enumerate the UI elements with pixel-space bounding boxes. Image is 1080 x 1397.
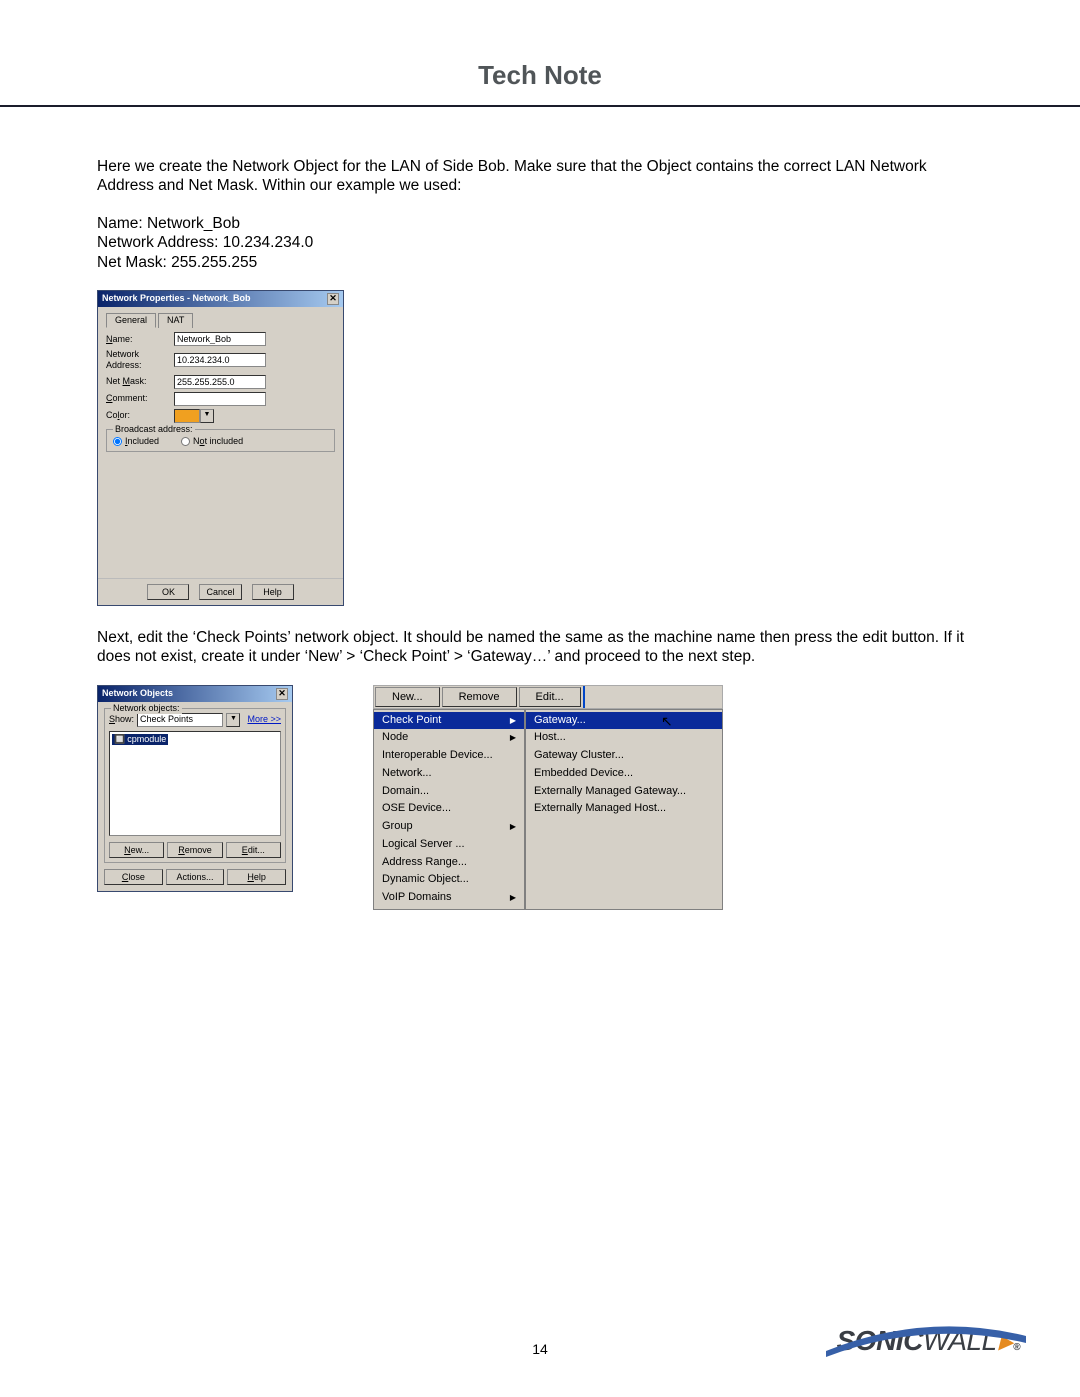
toolbar-divider [583, 686, 585, 708]
dialog1-tabs: General NAT [106, 313, 335, 328]
menu-item[interactable]: OSE Device... [374, 800, 524, 818]
menu-item[interactable]: Gateway Cluster... [526, 747, 722, 765]
menu-item[interactable]: Check Point▶ [374, 712, 524, 730]
menu-column-1: Check Point▶Node▶Interoperable Device...… [373, 709, 525, 910]
network-address-input[interactable] [174, 353, 266, 367]
label-comment: Comment: [106, 393, 174, 404]
menu-item[interactable]: Externally Managed Gateway... [526, 783, 722, 801]
show-select[interactable]: Check Points [137, 713, 223, 727]
menu-item[interactable]: Dynamic Object... [374, 871, 524, 889]
show-label: Show: [109, 714, 134, 725]
new-menu-area: New... Remove Edit... Check Point▶Node▶I… [373, 685, 723, 910]
menu-toolbar: New... Remove Edit... [373, 685, 723, 709]
address-line: Network Address: 10.234.234.0 [97, 233, 985, 252]
page-footer: 14 SONICWALL ▸ ® [0, 1341, 1080, 1357]
intro-paragraph: Here we create the Network Object for th… [97, 157, 985, 196]
new-button[interactable]: New... [109, 842, 164, 858]
dialog2-titlebar: Network Objects ✕ [98, 686, 292, 702]
menu-column-2: Gateway...Host...Gateway Cluster...Embed… [525, 709, 723, 910]
edit-button[interactable]: Edit... [226, 842, 281, 858]
menu-item[interactable]: Network... [374, 765, 524, 783]
label-color: Color: [106, 410, 174, 421]
tab-nat[interactable]: NAT [158, 313, 193, 328]
toolbar-new[interactable]: New... [375, 687, 440, 707]
menu-item[interactable]: VoIP Domains▶ [374, 889, 524, 907]
close-button[interactable]: Close [104, 869, 163, 885]
name-line: Name: Network_Bob [97, 214, 985, 233]
color-swatch[interactable] [174, 409, 200, 423]
page-body: Here we create the Network Object for th… [0, 107, 1080, 910]
close-icon[interactable]: ✕ [327, 293, 339, 305]
second-paragraph: Next, edit the ‘Check Points’ network ob… [97, 628, 985, 667]
network-properties-dialog: Network Properties - Network_Bob ✕ Gener… [97, 290, 344, 606]
radio-included[interactable]: Included [113, 436, 159, 447]
mask-line: Net Mask: 255.255.255 [97, 253, 985, 272]
list-item-cpmodule[interactable]: 🔲 cpmodule [112, 734, 168, 745]
menu-item[interactable]: Externally Managed Host... [526, 800, 722, 818]
toolbar-remove[interactable]: Remove [442, 687, 517, 707]
tab-general[interactable]: General [106, 313, 156, 328]
submenu-arrow-icon: ▶ [510, 733, 516, 743]
firewall-icon: 🔲 [114, 734, 125, 745]
menu-item[interactable]: Host... [526, 729, 722, 747]
menu-item[interactable]: Logical Server ... [374, 836, 524, 854]
broadcast-label: Broadcast address: [113, 424, 195, 435]
comment-input[interactable] [174, 392, 266, 406]
example-block: Name: Network_Bob Network Address: 10.23… [97, 214, 985, 272]
menu-item[interactable]: Interoperable Device... [374, 747, 524, 765]
logo-swoosh-icon [826, 1321, 1026, 1361]
actions-button[interactable]: Actions... [166, 869, 225, 885]
name-input[interactable] [174, 332, 266, 346]
menu-item[interactable]: Gateway... [526, 712, 722, 730]
dialog1-titlebar: Network Properties - Network_Bob ✕ [98, 291, 343, 307]
page-header: Tech Note [0, 0, 1080, 91]
cancel-button[interactable]: Cancel [199, 584, 241, 600]
close-icon[interactable]: ✕ [276, 688, 288, 700]
label-network-address: Network Address: [106, 349, 174, 372]
toolbar-edit[interactable]: Edit... [519, 687, 581, 707]
broadcast-group: Broadcast address: Included Not included [106, 429, 335, 452]
menu-item[interactable]: Domain... [374, 783, 524, 801]
menu-item[interactable]: Group▶ [374, 818, 524, 836]
radio-not-included[interactable]: Not included [181, 436, 243, 447]
menu-item[interactable]: Address Range... [374, 854, 524, 872]
dialog1-title: Network Properties - Network_Bob [102, 293, 251, 304]
help-button[interactable]: Help [227, 869, 286, 885]
label-name: Name: [106, 334, 174, 345]
cursor-icon: ↖ [661, 713, 673, 731]
menu-item[interactable]: Node▶ [374, 729, 524, 747]
color-dropdown-icon[interactable]: ▼ [200, 409, 214, 423]
label-net-mask: Net Mask: [106, 376, 174, 387]
objects-list[interactable]: 🔲 cpmodule [109, 731, 281, 836]
net-mask-input[interactable] [174, 375, 266, 389]
menu-item[interactable]: Embedded Device... [526, 765, 722, 783]
sonicwall-logo: SONICWALL ▸ ® [837, 1325, 1020, 1357]
remove-button[interactable]: Remove [167, 842, 222, 858]
ok-button[interactable]: OK [147, 584, 189, 600]
network-objects-dialog: Network Objects ✕ Network objects: Show:… [97, 685, 293, 892]
submenu-arrow-icon: ▶ [510, 716, 516, 726]
submenu-arrow-icon: ▶ [510, 822, 516, 832]
network-objects-label: Network objects: [111, 703, 182, 714]
more-link[interactable]: More >> [247, 714, 281, 725]
chevron-down-icon[interactable]: ▼ [226, 713, 240, 727]
dialog2-title: Network Objects [102, 688, 173, 699]
help-button[interactable]: Help [252, 584, 294, 600]
header-title: Tech Note [0, 60, 1080, 91]
submenu-arrow-icon: ▶ [510, 893, 516, 903]
